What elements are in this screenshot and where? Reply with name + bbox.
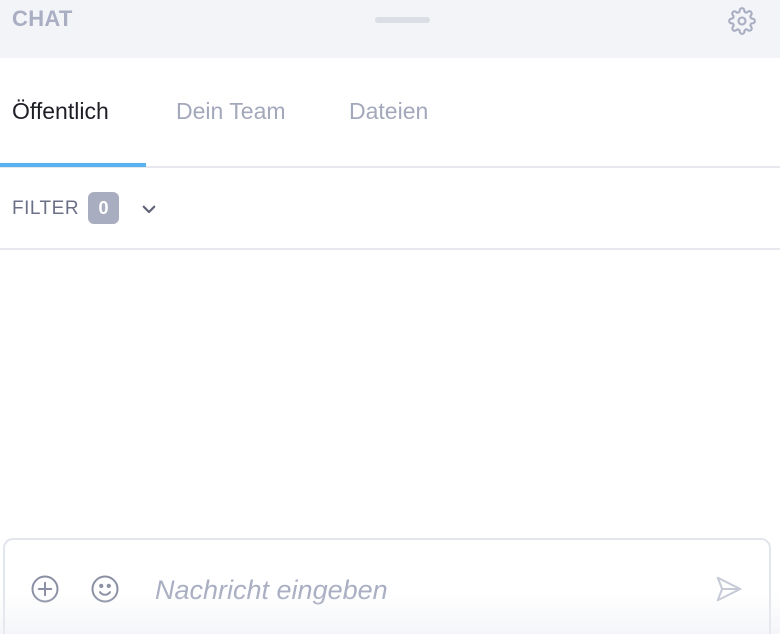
add-circle-icon	[31, 575, 59, 603]
chat-header: CHAT	[0, 0, 780, 58]
chat-panel: CHAT Öffentlich Dein Team Dateien FILTER…	[0, 0, 780, 634]
tab-dein-team[interactable]: Dein Team	[176, 98, 286, 125]
message-list	[0, 250, 780, 538]
settings-button[interactable]	[727, 6, 757, 36]
tab-oeffentlich[interactable]: Öffentlich	[12, 98, 109, 125]
message-composer	[3, 538, 771, 634]
message-input[interactable]	[155, 572, 695, 608]
attach-button[interactable]	[29, 573, 61, 605]
tab-dateien[interactable]: Dateien	[349, 98, 428, 125]
filter-bar: FILTER 0	[0, 168, 780, 250]
filter-label[interactable]: FILTER	[12, 198, 79, 220]
send-button[interactable]	[713, 573, 745, 605]
chevron-down-icon	[142, 205, 156, 214]
gear-icon	[728, 7, 756, 35]
filter-count-badge: 0	[88, 192, 119, 224]
active-tab-indicator	[0, 163, 146, 167]
filter-toggle-button[interactable]	[138, 198, 160, 220]
emoji-button[interactable]	[89, 573, 121, 605]
send-icon	[716, 576, 742, 602]
panel-title: CHAT	[12, 6, 73, 31]
drag-handle[interactable]	[375, 17, 430, 23]
tab-bar: Öffentlich Dein Team Dateien	[0, 58, 780, 168]
emoji-icon	[91, 575, 119, 603]
